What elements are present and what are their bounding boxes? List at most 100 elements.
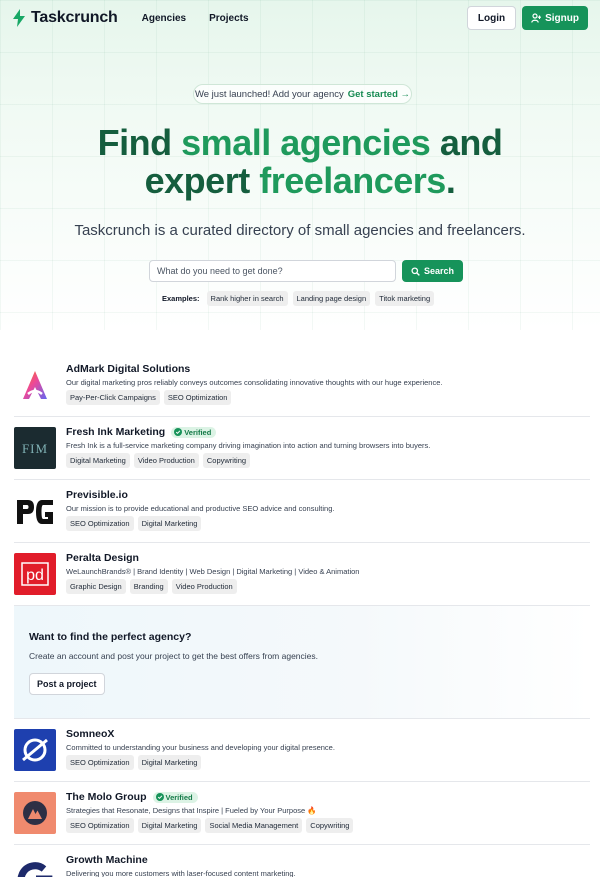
agency-logo xyxy=(14,729,56,771)
agency-name[interactable]: The Molo Group xyxy=(66,791,147,803)
agency-tags: Pay-Per-Click Campaigns SEO Optimization xyxy=(66,390,232,405)
agency-tags: SEO Optimization Digital Marketing xyxy=(66,755,202,770)
agency-listing[interactable]: The Molo Group Verified Strategies that … xyxy=(14,782,590,845)
service-tag[interactable]: SEO Optimization xyxy=(163,390,232,405)
examples-label: Examples: xyxy=(162,294,200,303)
service-tag[interactable]: Digital Marketing xyxy=(137,755,202,770)
admark-logo-icon xyxy=(23,371,47,399)
verified-badge: Verified xyxy=(152,791,198,803)
agency-name[interactable]: AdMark Digital Solutions xyxy=(66,363,190,375)
signup-button[interactable]: Signup xyxy=(522,6,588,30)
verified-badge: Verified xyxy=(171,426,217,438)
search-input[interactable] xyxy=(149,260,396,282)
hero-subtitle: Taskcrunch is a curated directory of sma… xyxy=(74,222,526,239)
service-tag[interactable]: Digital Marketing xyxy=(137,818,202,833)
lightning-logo-icon xyxy=(13,9,25,27)
agency-name[interactable]: Fresh Ink Marketing xyxy=(66,426,165,438)
agency-name[interactable]: SomneoX xyxy=(66,728,114,740)
fresh-ink-logo-icon: FIM xyxy=(22,441,48,456)
service-tag[interactable]: Video Production xyxy=(133,453,199,468)
header-actions: Login Signup xyxy=(466,6,588,30)
title-part: . xyxy=(445,160,456,201)
login-button[interactable]: Login xyxy=(466,6,517,30)
launch-text: We just launched! Add your agency xyxy=(194,88,344,100)
agency-listing[interactable]: Growth Machine Delivering you more custo… xyxy=(14,845,590,877)
listing-title-row: SomneoX xyxy=(66,728,114,740)
nav-projects[interactable]: Projects xyxy=(209,13,248,24)
agency-description: Our digital marketing pros reliably conv… xyxy=(66,378,443,387)
fresh-ink-logo-text: FIM xyxy=(22,441,48,456)
service-tag[interactable]: Digital Marketing xyxy=(66,453,130,468)
search-label: Search xyxy=(424,266,455,276)
previsible-logo-icon xyxy=(17,500,53,524)
agency-listing[interactable]: pd Peralta Design WeLaunchBrands® | Bran… xyxy=(14,543,590,606)
search-button[interactable]: Search xyxy=(402,260,464,282)
agency-listing[interactable]: AdMark Digital Solutions Our digital mar… xyxy=(14,354,590,417)
cta-title: Want to find the perfect agency? xyxy=(29,631,192,643)
agency-logo xyxy=(14,364,56,406)
agency-description: WeLaunchBrands® | Brand Identity | Web D… xyxy=(66,567,360,576)
title-highlight: freelancers xyxy=(259,160,446,201)
agency-listing[interactable]: Previsible.io Our mission is to provide … xyxy=(14,480,590,543)
service-tag[interactable]: Social Media Management xyxy=(205,818,303,833)
example-chip[interactable]: Titok marketing xyxy=(375,291,435,306)
agency-logo xyxy=(14,490,56,532)
service-tag[interactable]: Graphic Design xyxy=(66,579,126,594)
post-project-button[interactable]: Post a project xyxy=(29,673,105,695)
growth-machine-logo-icon xyxy=(17,862,53,877)
agency-description: Strategies that Resonate, Designs that I… xyxy=(66,806,317,815)
service-tag[interactable]: Pay-Per-Click Campaigns xyxy=(66,390,160,405)
agency-tags: SEO Optimization Digital Marketing xyxy=(66,516,202,531)
agency-description: Committed to understanding your business… xyxy=(66,743,335,752)
listing-title-row: Growth Machine xyxy=(66,854,148,866)
listing-title-row: AdMark Digital Solutions xyxy=(66,363,190,375)
listing-title-row: Fresh Ink Marketing Verified xyxy=(66,426,217,438)
launch-announcement[interactable]: We just launched! Add your agency Get st… xyxy=(193,84,412,104)
check-badge-icon xyxy=(155,793,164,801)
search-bar: Search xyxy=(149,260,464,282)
listing-title-row: Previsible.io xyxy=(66,489,128,501)
example-chip[interactable]: Rank higher in search xyxy=(206,291,288,306)
agency-tags: Graphic Design Branding Video Production xyxy=(66,579,237,594)
peralta-logo-icon: pd xyxy=(21,562,49,586)
service-tag[interactable]: SEO Optimization xyxy=(66,755,134,770)
nav-agencies[interactable]: Agencies xyxy=(142,13,186,24)
agency-logo: pd xyxy=(14,553,56,595)
listing-title-row: The Molo Group Verified xyxy=(66,791,198,803)
search-examples: Examples: Rank higher in search Landing … xyxy=(162,291,435,306)
agency-tags: SEO Optimization Digital Marketing Socia… xyxy=(66,818,354,833)
check-badge-icon xyxy=(174,428,183,436)
example-chip[interactable]: Landing page design xyxy=(292,291,371,306)
agency-description: Delivering you more customers with laser… xyxy=(66,869,296,877)
title-part: Find xyxy=(97,122,182,163)
service-tag[interactable]: Copywriting xyxy=(202,453,251,468)
agency-description: Our mission is to provide educational an… xyxy=(66,504,335,513)
agency-tags: Digital Marketing Video Production Copyw… xyxy=(66,453,251,468)
verified-label: Verified xyxy=(165,792,193,802)
service-tag[interactable]: SEO Optimization xyxy=(66,516,134,531)
agency-name[interactable]: Previsible.io xyxy=(66,489,128,501)
service-tag[interactable]: Video Production xyxy=(171,579,237,594)
brand-name: Taskcrunch xyxy=(31,9,118,26)
title-highlight: small agencies xyxy=(181,122,431,163)
agency-listing[interactable]: FIM Fresh Ink Marketing Verified Fresh I… xyxy=(14,417,590,480)
molo-logo-icon xyxy=(23,801,47,825)
service-tag[interactable]: SEO Optimization xyxy=(66,818,134,833)
service-tag[interactable]: Copywriting xyxy=(306,818,354,833)
cta-text: Create an account and post your project … xyxy=(29,651,319,661)
agency-logo: FIM xyxy=(14,427,56,469)
somneox-logo-icon xyxy=(22,738,48,762)
agency-description: Fresh Ink is a full-service marketing co… xyxy=(66,441,431,450)
agency-name[interactable]: Peralta Design xyxy=(66,552,139,564)
service-tag[interactable]: Digital Marketing xyxy=(137,516,202,531)
service-tag[interactable]: Branding xyxy=(129,579,168,594)
signup-label: Signup xyxy=(545,12,579,24)
agency-logo xyxy=(14,792,56,834)
agency-listing[interactable]: SomneoX Committed to understanding your … xyxy=(14,719,590,782)
brand-logo[interactable]: Taskcrunch xyxy=(12,9,118,27)
get-started-link[interactable]: Get started → xyxy=(348,89,410,100)
agency-logo xyxy=(14,855,56,877)
agency-name[interactable]: Growth Machine xyxy=(66,854,148,866)
verified-label: Verified xyxy=(184,427,212,437)
top-header: Taskcrunch Agencies Projects Login Signu… xyxy=(0,0,600,36)
